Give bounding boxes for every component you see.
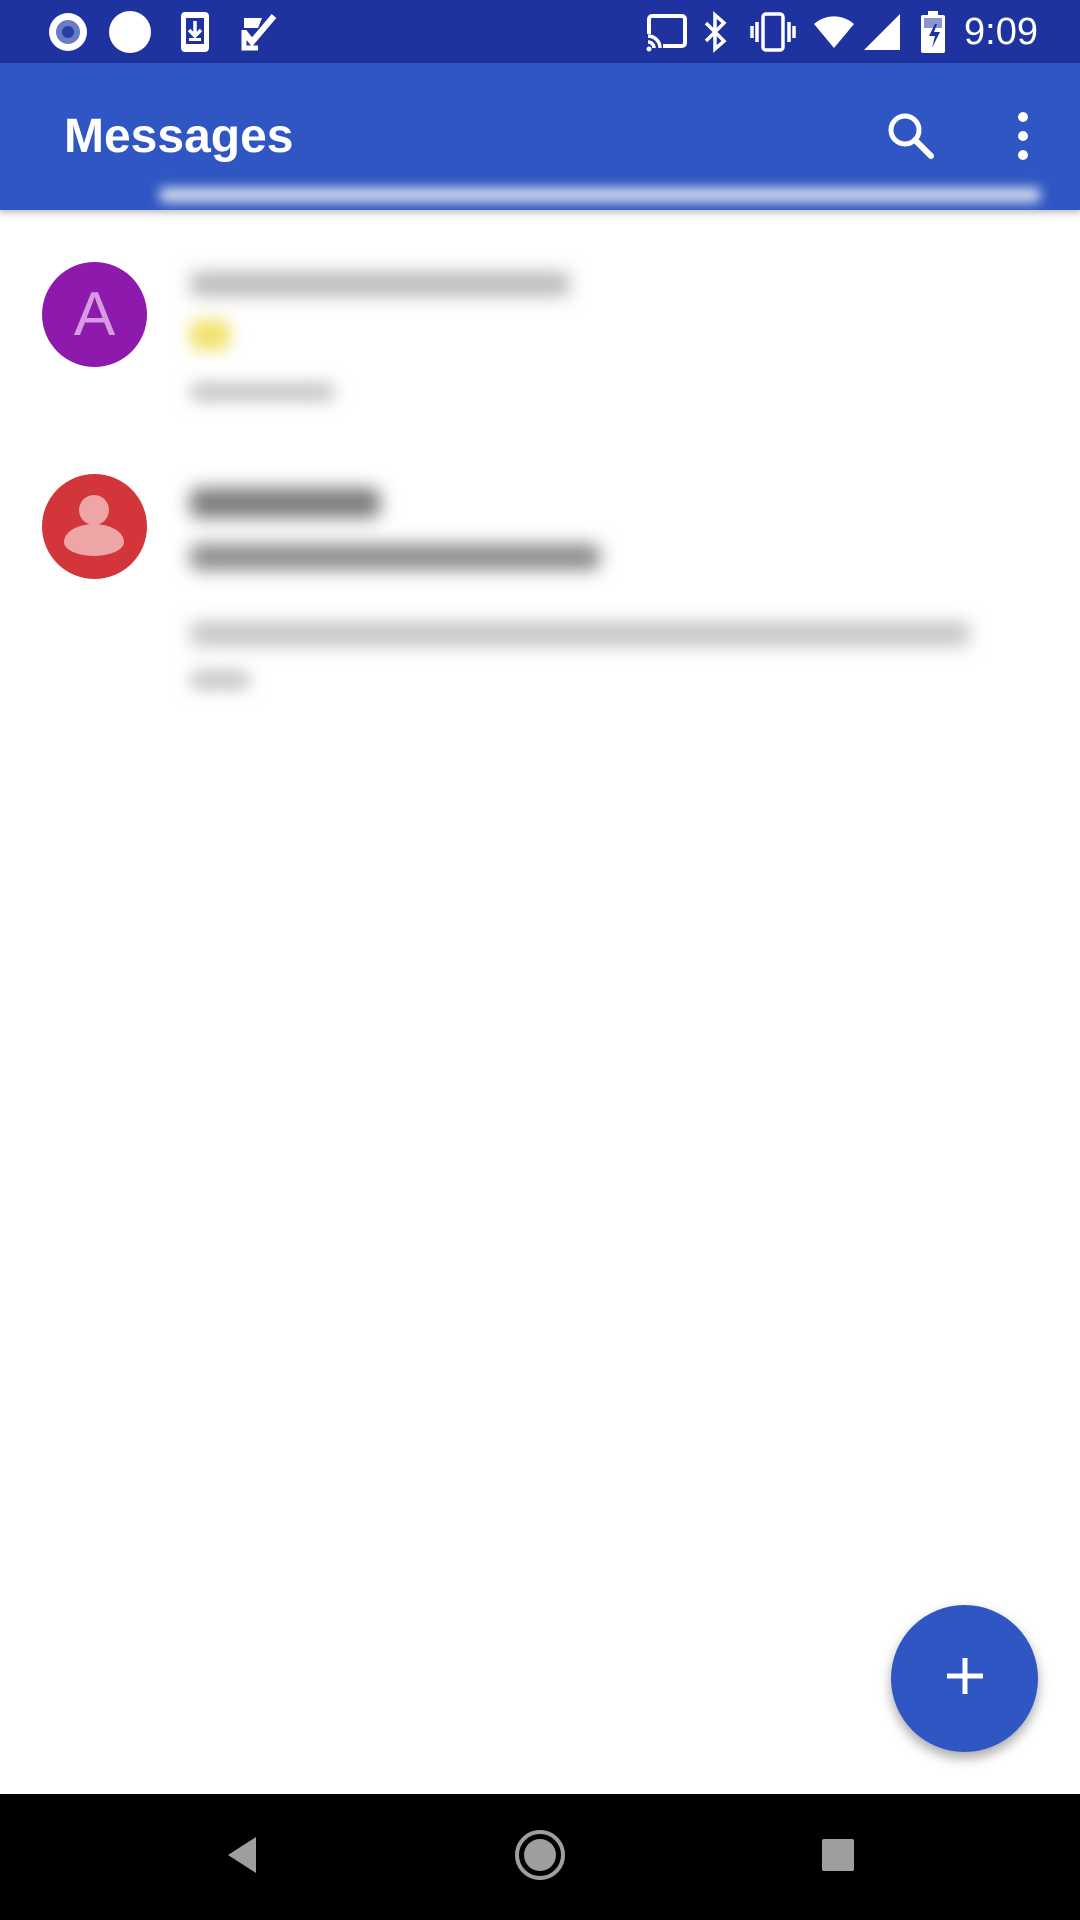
circle-icon xyxy=(108,10,152,54)
task-check-icon xyxy=(240,10,280,54)
blurred-time xyxy=(190,670,250,690)
avatar: A xyxy=(42,262,147,367)
signal-icon xyxy=(862,10,902,54)
recents-button[interactable] xyxy=(803,1822,873,1892)
battery-charging-icon xyxy=(920,10,946,54)
blurred-text xyxy=(190,622,970,646)
blurred-name xyxy=(190,488,380,518)
navigation-bar xyxy=(0,1794,1080,1920)
plus-icon xyxy=(943,1654,987,1703)
home-icon xyxy=(513,1828,567,1887)
back-button[interactable] xyxy=(207,1822,277,1892)
avatar xyxy=(42,474,147,579)
more-options-button[interactable] xyxy=(988,103,1058,173)
cast-icon xyxy=(645,10,689,54)
blurred-time xyxy=(190,382,335,402)
conversation-item[interactable] xyxy=(0,422,1080,702)
download-icon xyxy=(178,10,212,54)
blurred-highlight xyxy=(160,188,1040,202)
home-button[interactable] xyxy=(505,1822,575,1892)
person-icon xyxy=(42,474,147,579)
page-title: Messages xyxy=(64,110,294,163)
search-button[interactable] xyxy=(876,103,946,173)
recents-icon xyxy=(820,1837,856,1878)
status-bar: 9:09 xyxy=(0,0,1080,63)
back-icon xyxy=(224,1835,260,1880)
wifi-icon xyxy=(812,10,856,54)
new-conversation-button[interactable] xyxy=(891,1605,1038,1752)
search-icon xyxy=(885,110,937,167)
record-icon xyxy=(46,10,90,54)
blurred-emoji xyxy=(190,320,230,350)
bluetooth-icon xyxy=(701,10,731,54)
blurred-name xyxy=(190,272,570,296)
status-time: 9:09 xyxy=(964,11,1038,53)
blurred-snippet xyxy=(190,544,600,570)
vibrate-icon xyxy=(750,10,796,54)
conversation-item[interactable]: A xyxy=(0,188,1080,422)
more-vert-icon xyxy=(1013,111,1033,166)
avatar-letter: A xyxy=(73,280,116,349)
